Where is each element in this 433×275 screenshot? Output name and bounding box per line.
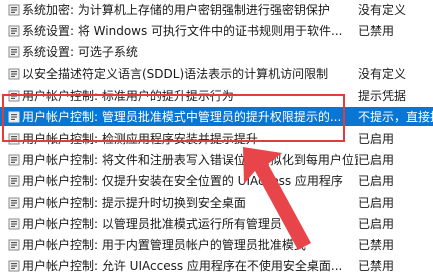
policy-value: 已启用 xyxy=(358,217,395,231)
policy-value: 已禁用 xyxy=(358,259,395,273)
policy-name: 系统设置: 可选子系统 xyxy=(22,45,138,59)
policy-icon xyxy=(8,46,20,57)
policy-value: 不提示，直接提 xyxy=(358,110,433,124)
policy-row[interactable]: 用户帐户控制: 将文件和注册表写入错误位置虚拟化到每用户位置 已启用 xyxy=(0,150,433,169)
policy-name: 系统设置: 将 Windows 可执行文件中的证书规则用于软件... xyxy=(22,24,343,38)
policy-name: 用户帐户控制: 提示提升时切换到安全桌面 xyxy=(22,196,246,210)
policy-row[interactable]: 用户帐户控制: 标准用户的提升提示行为 提示凭据 xyxy=(0,86,433,105)
policy-name: 用户帐户控制: 以管理员批准模式运行所有管理员 xyxy=(22,217,282,231)
policy-value: 已禁用 xyxy=(358,24,395,38)
policy-icon xyxy=(8,239,20,250)
policy-name: 用户帐户控制: 管理员批准模式中管理员的提升权限提示的... xyxy=(22,110,342,124)
policy-icon xyxy=(8,175,20,186)
policy-row[interactable]: 用户帐户控制: 允许 UIAccess 应用程序在不使用安全桌面... 已禁用 xyxy=(0,256,433,275)
policy-row[interactable]: 用户帐户控制: 仅提升安装在安全位置的 UIAccess 应用程序 已启用 xyxy=(0,171,433,190)
policy-row-selected[interactable]: 用户帐户控制: 管理员批准模式中管理员的提升权限提示的... 不提示，直接提 xyxy=(0,107,433,126)
security-policy-list: 系统加密: 为计算机上存储的用户密钥强制进行强密钥保护 没有定义 系统设置: 将… xyxy=(0,0,433,275)
policy-row[interactable]: 系统加密: 为计算机上存储的用户密钥强制进行强密钥保护 没有定义 xyxy=(0,0,433,19)
policy-icon xyxy=(8,260,20,271)
policy-value: 没有定义 xyxy=(358,3,407,17)
policy-name: 用户帐户控制: 允许 UIAccess 应用程序在不使用安全桌面... xyxy=(22,259,343,273)
policy-value: 已启用 xyxy=(358,153,395,167)
policy-icon xyxy=(8,90,20,101)
policy-value: 提示凭据 xyxy=(358,89,407,103)
policy-value: 已启用 xyxy=(358,132,395,146)
policy-name: 系统加密: 为计算机上存储的用户密钥强制进行强密钥保护 xyxy=(22,3,330,17)
policy-row[interactable]: 系统设置: 可选子系统 xyxy=(0,42,433,61)
policy-row[interactable]: 用户帐户控制: 用于内置管理员帐户的管理员批准模式 已禁用 xyxy=(0,235,433,254)
policy-icon xyxy=(8,68,20,79)
policy-row[interactable]: 用户帐户控制: 检测应用程序安装并提示提升 已启用 xyxy=(0,129,433,148)
policy-value: 已启用 xyxy=(358,196,395,210)
policy-row[interactable]: 以安全描述符定义语言(SDDL)语法表示的计算机访问限制 没有定义 xyxy=(0,64,433,83)
policy-value: 已禁用 xyxy=(358,238,395,252)
policy-row[interactable]: 系统设置: 将 Windows 可执行文件中的证书规则用于软件... 已禁用 xyxy=(0,21,433,40)
policy-name: 用户帐户控制: 将文件和注册表写入错误位置虚拟化到每用户位置 xyxy=(22,153,358,167)
policy-icon xyxy=(8,4,20,15)
policy-name: 用户帐户控制: 标准用户的提升提示行为 xyxy=(22,89,234,103)
policy-icon xyxy=(8,197,20,208)
policy-name: 用户帐户控制: 仅提升安装在安全位置的 UIAccess 应用程序 xyxy=(22,174,343,188)
policy-icon xyxy=(8,154,20,165)
policy-icon xyxy=(8,111,20,122)
policy-row[interactable]: 用户帐户控制: 提示提升时切换到安全桌面 已启用 xyxy=(0,193,433,212)
policy-row[interactable]: 用户帐户控制: 以管理员批准模式运行所有管理员 已启用 xyxy=(0,214,433,233)
policy-value: 没有定义 xyxy=(358,67,407,81)
policy-icon xyxy=(8,25,20,36)
policy-name: 用户帐户控制: 检测应用程序安装并提示提升 xyxy=(22,132,258,146)
policy-icon xyxy=(8,218,20,229)
policy-name: 以安全描述符定义语言(SDDL)语法表示的计算机访问限制 xyxy=(22,67,329,81)
policy-value: 已启用 xyxy=(358,174,395,188)
policy-icon xyxy=(8,133,20,144)
policy-name: 用户帐户控制: 用于内置管理员帐户的管理员批准模式 xyxy=(22,238,306,252)
